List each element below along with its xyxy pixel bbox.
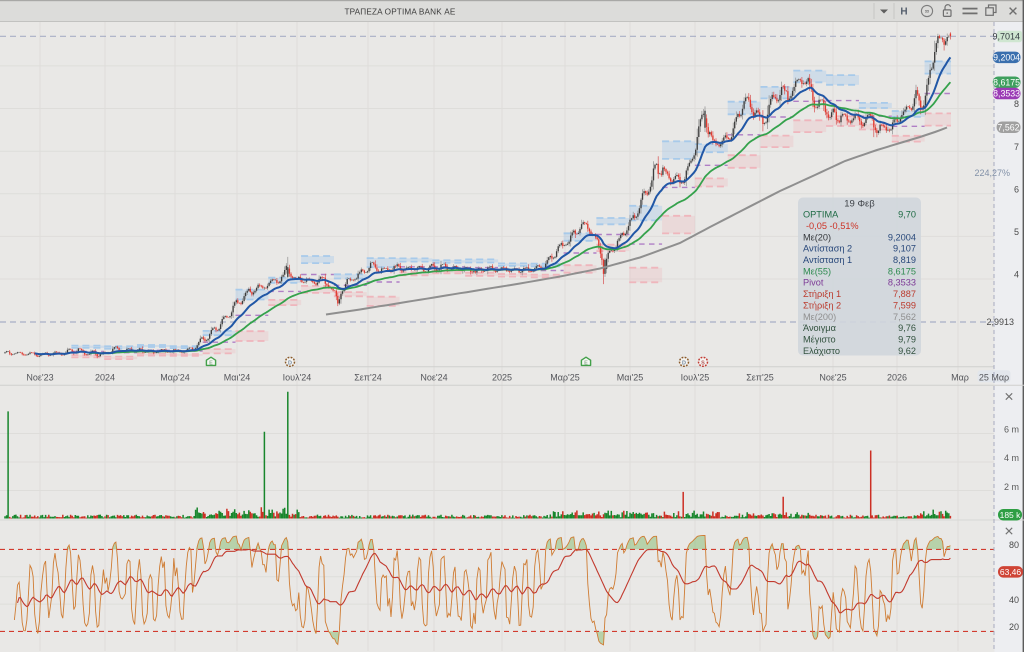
svg-text:9,76: 9,76 <box>898 323 916 333</box>
svg-text:2 m: 2 m <box>1004 482 1019 492</box>
svg-text:4 m: 4 m <box>1004 453 1019 463</box>
svg-text:-0,05 -0,51%: -0,05 -0,51% <box>806 221 859 231</box>
svg-text:9,70: 9,70 <box>898 210 916 220</box>
svg-text:Αντίσταση 1: Αντίσταση 1 <box>803 255 852 265</box>
svg-text:Μαι'25: Μαι'25 <box>617 373 643 383</box>
svg-text:6: 6 <box>1014 184 1019 194</box>
svg-text:Άνοιγμα: Άνοιγμα <box>803 323 837 333</box>
svg-text:20: 20 <box>1009 622 1019 632</box>
svg-text:Μαι'24: Μαι'24 <box>224 373 250 383</box>
svg-text:S: S <box>701 360 705 366</box>
svg-text:Νοε'24: Νοε'24 <box>420 373 447 383</box>
svg-text:7,562: 7,562 <box>893 312 916 322</box>
svg-text:2,9913: 2,9913 <box>986 317 1014 327</box>
svg-text:7,562: 7,562 <box>997 122 1019 132</box>
svg-text:Με(55): Με(55) <box>803 266 831 276</box>
svg-text:80: 80 <box>1009 540 1019 550</box>
svg-text:H: H <box>900 7 907 18</box>
svg-text:Μαρ'24: Μαρ'24 <box>160 373 190 383</box>
svg-text:Στήριξη 1: Στήριξη 1 <box>803 289 841 299</box>
svg-text:7,887: 7,887 <box>893 289 916 299</box>
svg-text:9,62: 9,62 <box>898 346 916 356</box>
svg-text:9,107: 9,107 <box>893 244 916 254</box>
svg-text:Μαρ'25: Μαρ'25 <box>550 373 580 383</box>
svg-text:9,2004: 9,2004 <box>888 232 916 242</box>
svg-text:8,3533: 8,3533 <box>993 89 1020 99</box>
svg-text:7: 7 <box>1014 142 1019 152</box>
svg-text:2026: 2026 <box>887 373 907 383</box>
svg-text:8,3533: 8,3533 <box>888 278 916 288</box>
svg-text:Με(200): Με(200) <box>803 312 836 322</box>
svg-text:Μαρ: Μαρ <box>951 373 969 383</box>
svg-text:Ιουλ'24: Ιουλ'24 <box>283 373 312 383</box>
svg-text:Ελάχιστο: Ελάχιστο <box>803 346 840 356</box>
svg-text:224,27%: 224,27% <box>974 168 1010 178</box>
svg-text:Ιουλ'25: Ιουλ'25 <box>681 373 710 383</box>
svg-text:8,6175: 8,6175 <box>993 77 1020 87</box>
svg-text:4: 4 <box>1014 270 1019 280</box>
svg-text:E: E <box>209 360 213 366</box>
svg-text:185 k: 185 k <box>1000 510 1022 520</box>
svg-text:Αντίσταση 2: Αντίσταση 2 <box>803 244 852 254</box>
svg-text:Νοε'23: Νοε'23 <box>26 373 53 383</box>
svg-text:Στήριξη 2: Στήριξη 2 <box>803 300 841 310</box>
svg-text:Μέγιστο: Μέγιστο <box>803 335 836 345</box>
svg-text:D: D <box>682 360 686 366</box>
svg-text:19 Φεβ: 19 Φεβ <box>844 199 875 210</box>
svg-text:E: E <box>584 360 588 366</box>
svg-text:Σεπ'25: Σεπ'25 <box>746 373 774 383</box>
svg-text:40: 40 <box>1009 595 1019 605</box>
svg-text:ΤΡΑΠΕΖΑ OPTIMA BANK ΑΕ: ΤΡΑΠΕΖΑ OPTIMA BANK ΑΕ <box>345 8 456 17</box>
svg-text:6 m: 6 m <box>1004 424 1019 434</box>
svg-text:Με(20): Με(20) <box>803 232 831 242</box>
svg-text:9,79: 9,79 <box>898 335 916 345</box>
svg-text:7,599: 7,599 <box>893 300 916 310</box>
svg-text:8: 8 <box>1014 99 1019 109</box>
svg-text:OPTIMA: OPTIMA <box>803 210 839 220</box>
svg-text:9,2004: 9,2004 <box>993 53 1020 63</box>
svg-text:8,6175: 8,6175 <box>888 266 916 276</box>
svg-text:2025: 2025 <box>492 373 512 383</box>
svg-text:”: ” <box>925 8 929 22</box>
svg-text:5: 5 <box>1014 227 1019 237</box>
svg-text:Σεπ'24: Σεπ'24 <box>354 373 382 383</box>
svg-text:63,46: 63,46 <box>1000 567 1022 577</box>
svg-text:D: D <box>288 360 292 366</box>
svg-text:2024: 2024 <box>95 373 115 383</box>
svg-text:Pivot: Pivot <box>803 278 824 288</box>
svg-text:9,7014: 9,7014 <box>992 32 1020 42</box>
svg-text:Νοε'25: Νοε'25 <box>819 373 846 383</box>
svg-text:8,819: 8,819 <box>893 255 916 265</box>
